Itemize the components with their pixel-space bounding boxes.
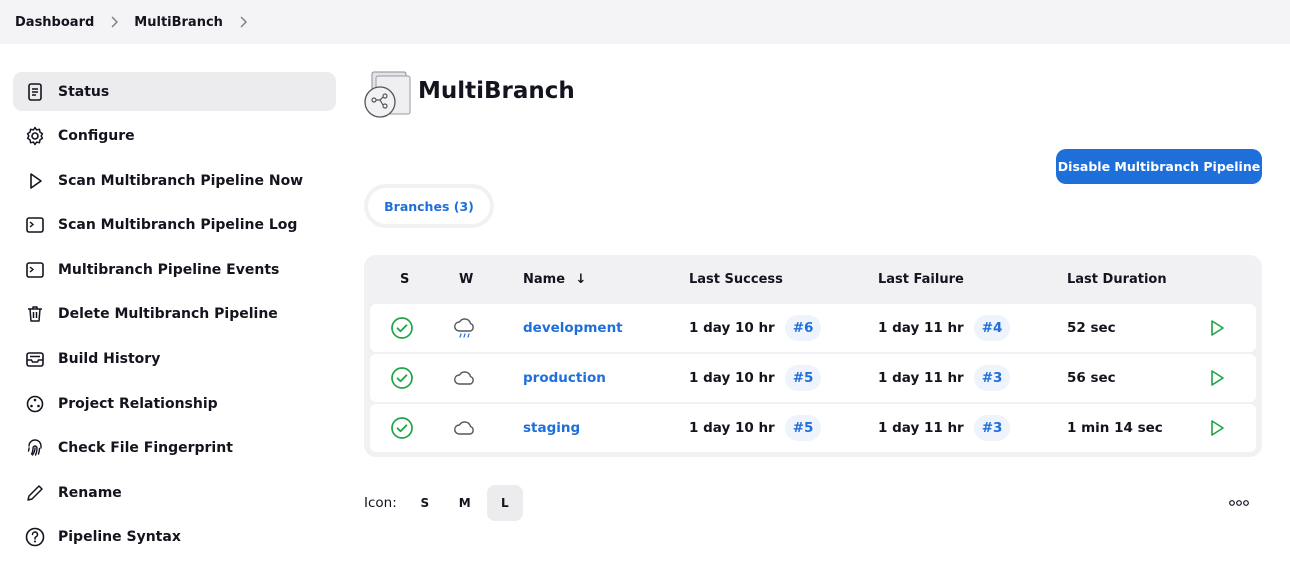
last-failure-cell: 1 day 11 hr #4 (878, 304, 1011, 352)
branches-table: S W Name ↓ Last Success Last Failure Las… (364, 255, 1262, 457)
sidebar-item-label: Status (58, 83, 110, 100)
disable-pipeline-button[interactable]: Disable Multibranch Pipeline (1056, 149, 1262, 184)
sidebar-item-events[interactable]: Multibranch Pipeline Events (13, 250, 336, 289)
breadcrumb-dashboard[interactable]: Dashboard (15, 15, 94, 30)
sidebar: Status Configure Scan Multibranch Pipeli… (13, 72, 336, 563)
help-icon (24, 526, 46, 548)
branch-name: staging (523, 420, 581, 436)
sidebar-item-configure[interactable]: Configure (13, 117, 336, 156)
last-duration: 56 sec (1067, 370, 1116, 386)
last-duration: 52 sec (1067, 320, 1116, 336)
sidebar-item-label: Check File Fingerprint (58, 440, 233, 457)
icon-size-large-button[interactable]: L (486, 485, 523, 521)
last-failure-time: 1 day 11 hr (878, 320, 964, 336)
build-link[interactable]: #3 (973, 365, 1011, 391)
last-success-time: 1 day 10 hr (689, 370, 775, 386)
branch-link[interactable]: development (523, 304, 623, 352)
last-failure-time: 1 day 11 hr (878, 420, 964, 436)
chevron-right-icon[interactable] (94, 16, 134, 28)
trash-icon (24, 303, 46, 325)
sidebar-item-status[interactable]: Status (13, 72, 336, 111)
icon-size-selector: Icon: S M L (364, 485, 527, 521)
last-success-time: 1 day 10 hr (689, 420, 775, 436)
last-success-cell: 1 day 10 hr #5 (689, 354, 822, 402)
terminal-icon (24, 259, 46, 281)
tab-branches[interactable]: Branches (3) (368, 188, 490, 224)
success-status-icon (390, 304, 414, 352)
sidebar-item-label: Project Relationship (58, 395, 218, 412)
run-build-button[interactable] (1208, 354, 1226, 402)
branch-link[interactable]: production (523, 354, 606, 402)
more-options-button[interactable] (1226, 494, 1252, 512)
chevron-right-icon[interactable] (223, 16, 263, 28)
table-row: development 1 day 10 hr #6 1 day 11 hr #… (370, 304, 1256, 352)
gear-icon (24, 125, 46, 147)
run-build-button[interactable] (1208, 304, 1226, 352)
icon-size-small-button[interactable]: S (407, 485, 443, 521)
sidebar-item-scan-log[interactable]: Scan Multibranch Pipeline Log (13, 206, 336, 245)
column-header-last-success[interactable]: Last Success (689, 272, 783, 287)
sidebar-item-fingerprint[interactable]: Check File Fingerprint (13, 429, 336, 468)
run-build-button[interactable] (1208, 404, 1226, 452)
sidebar-item-pipeline-syntax[interactable]: Pipeline Syntax (13, 518, 336, 557)
rain-cloud-icon (452, 304, 478, 352)
tab-bar: Branches (3) (364, 184, 494, 228)
sidebar-item-label: Delete Multibranch Pipeline (58, 306, 278, 323)
document-icon (24, 81, 46, 103)
breadcrumb-multibranch[interactable]: MultiBranch (134, 15, 223, 30)
pencil-icon (24, 482, 46, 504)
table-row: staging 1 day 10 hr #5 1 day 11 hr #3 1 … (370, 404, 1256, 452)
sidebar-item-label: Scan Multibranch Pipeline Log (58, 217, 298, 234)
build-link[interactable]: #5 (784, 415, 822, 441)
success-status-icon (390, 404, 414, 452)
sidebar-item-label: Multibranch Pipeline Events (58, 261, 280, 278)
inbox-icon (24, 348, 46, 370)
icon-size-label: Icon: (364, 495, 397, 511)
build-link[interactable]: #6 (784, 315, 822, 341)
last-failure-cell: 1 day 11 hr #3 (878, 354, 1011, 402)
last-success-cell: 1 day 10 hr #6 (689, 304, 822, 352)
last-failure-time: 1 day 11 hr (878, 370, 964, 386)
sidebar-item-build-history[interactable]: Build History (13, 340, 336, 379)
sort-descending-icon: ↓ (575, 272, 587, 287)
relationship-icon (24, 393, 46, 415)
last-success-cell: 1 day 10 hr #5 (689, 404, 822, 452)
sidebar-item-label: Pipeline Syntax (58, 529, 181, 546)
column-header-weather: W (459, 272, 474, 287)
cloud-icon (452, 404, 478, 452)
column-header-last-duration[interactable]: Last Duration (1067, 272, 1167, 287)
fingerprint-icon (24, 437, 46, 459)
branch-name: development (523, 320, 623, 336)
sidebar-item-label: Build History (58, 351, 161, 368)
last-duration: 1 min 14 sec (1067, 420, 1163, 436)
sidebar-item-project-relationship[interactable]: Project Relationship (13, 384, 336, 423)
page-title: MultiBranch (418, 78, 575, 104)
column-header-name-label: Name (523, 272, 566, 287)
cloud-icon (452, 354, 478, 402)
sidebar-item-label: Scan Multibranch Pipeline Now (58, 172, 304, 189)
terminal-icon (24, 214, 46, 236)
table-row: production 1 day 10 hr #5 1 day 11 hr #3… (370, 354, 1256, 402)
branch-name: production (523, 370, 606, 386)
sidebar-item-scan-now[interactable]: Scan Multibranch Pipeline Now (13, 161, 336, 200)
breadcrumb: Dashboard MultiBranch (0, 0, 1290, 44)
column-header-status: S (400, 272, 410, 287)
build-link[interactable]: #5 (784, 365, 822, 391)
sidebar-item-delete[interactable]: Delete Multibranch Pipeline (13, 295, 336, 334)
branch-link[interactable]: staging (523, 404, 580, 452)
sidebar-item-label: Configure (58, 128, 135, 145)
play-icon (24, 170, 46, 192)
icon-size-medium-button[interactable]: M (447, 485, 483, 521)
ellipsis-icon (1229, 500, 1249, 506)
column-header-name[interactable]: Name ↓ (523, 272, 586, 287)
build-link[interactable]: #4 (973, 315, 1011, 341)
success-status-icon (390, 354, 414, 402)
sidebar-item-label: Rename (58, 484, 122, 501)
build-link[interactable]: #3 (973, 415, 1011, 441)
last-success-time: 1 day 10 hr (689, 320, 775, 336)
sidebar-item-rename[interactable]: Rename (13, 473, 336, 512)
multibranch-folder-icon (362, 70, 414, 122)
column-header-last-failure[interactable]: Last Failure (878, 272, 964, 287)
last-failure-cell: 1 day 11 hr #3 (878, 404, 1011, 452)
